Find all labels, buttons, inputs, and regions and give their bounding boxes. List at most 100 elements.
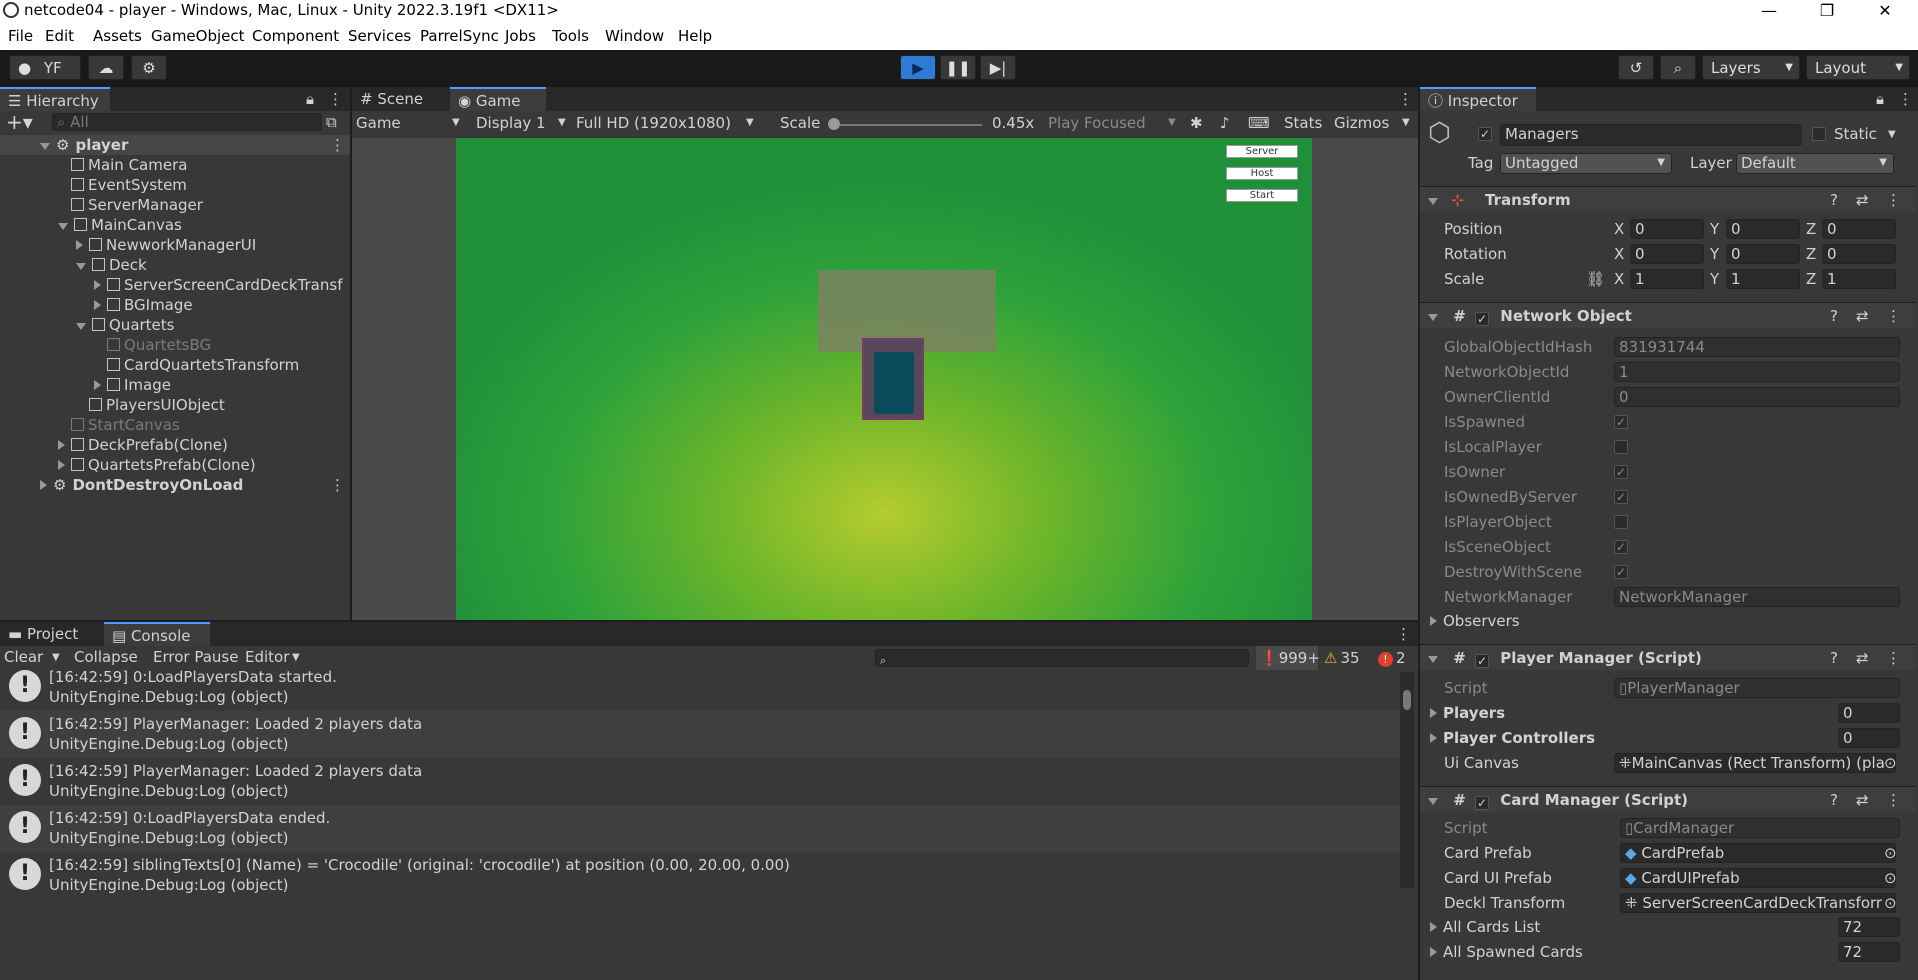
- object-picker-icon[interactable]: ⊙: [1884, 842, 1897, 864]
- all-cards-count-field[interactable]: 72: [1838, 917, 1900, 937]
- ui-canvas-field[interactable]: ⁜MainCanvas (Rect Transform) (pla: [1614, 753, 1896, 773]
- host-button[interactable]: Host: [1226, 167, 1298, 180]
- object-picker-icon[interactable]: ⊙: [1884, 867, 1897, 889]
- menu-file[interactable]: File: [8, 27, 33, 45]
- account-dropdown[interactable]: ● YF ▼: [9, 55, 81, 100]
- expand-arrow-icon[interactable]: [94, 380, 101, 390]
- expand-arrow-icon[interactable]: [58, 460, 65, 470]
- transform-position-x-field[interactable]: 0: [1630, 219, 1704, 239]
- help-icon[interactable]: ?: [1830, 303, 1838, 329]
- help-icon[interactable]: ?: [1830, 645, 1838, 671]
- play-focused-dropdown[interactable]: Play Focused ▼: [1048, 114, 1180, 132]
- transform-scale-z-field[interactable]: 1: [1822, 269, 1896, 289]
- constrain-proportions-icon[interactable]: ⛓: [1586, 268, 1605, 290]
- console-entry[interactable]: ! [16:42:59] 0:LoadPlayersData ended. Unit…: [0, 805, 1400, 852]
- menu-services[interactable]: Services: [348, 27, 411, 45]
- expand-arrow-icon[interactable]: [58, 440, 65, 450]
- players-foldout[interactable]: Players 0: [1420, 702, 1916, 724]
- more-menu-icon[interactable]: ⋮: [1886, 645, 1901, 671]
- collapse-arrow-icon[interactable]: [58, 223, 68, 230]
- hierarchy-item[interactable]: EventSystem: [0, 175, 350, 195]
- collapse-arrow-icon[interactable]: [76, 323, 86, 330]
- hierarchy-item[interactable]: PlayersUIObject: [0, 395, 350, 415]
- more-menu-icon[interactable]: ⋮: [330, 135, 345, 155]
- all-spawned-cards-foldout[interactable]: All Spawned Cards 72: [1420, 941, 1916, 963]
- more-menu-icon[interactable]: ⋮: [1886, 303, 1901, 329]
- hierarchy-item[interactable]: ⚙ DontDestroyOnLoad ⋮: [0, 475, 350, 495]
- card-manager-enabled-checkbox[interactable]: ✓: [1475, 796, 1490, 810]
- hierarchy-item[interactable]: Deck: [0, 255, 350, 275]
- menu-help[interactable]: Help: [678, 27, 712, 45]
- start-button[interactable]: Start: [1226, 189, 1298, 202]
- more-menu-icon[interactable]: ⋮: [1398, 90, 1413, 108]
- tab-scene[interactable]: # Scene: [352, 87, 448, 111]
- network-object-header[interactable]: # ✓ Network Object ? ⇄ ⋮: [1420, 302, 1916, 328]
- undo-history-button[interactable]: ↺: [1618, 55, 1654, 80]
- game-viewport[interactable]: Server Host Start: [456, 138, 1312, 620]
- scale-slider-handle[interactable]: [828, 118, 840, 130]
- tab-project[interactable]: ▬ Project: [0, 622, 104, 646]
- scene-visibility-icon[interactable]: ⧉: [326, 113, 337, 131]
- hierarchy-item[interactable]: CardQuartetsTransform: [0, 355, 350, 375]
- all-cards-list-foldout[interactable]: All Cards List 72: [1420, 916, 1916, 938]
- cloud-button[interactable]: ☁: [88, 55, 124, 80]
- chevron-down-icon[interactable]: ▼: [1888, 129, 1896, 140]
- hierarchy-item[interactable]: ⚙ player ⋮: [0, 135, 350, 155]
- collapse-button[interactable]: Collapse: [74, 648, 138, 666]
- player-manager-enabled-checkbox[interactable]: ✓: [1475, 654, 1490, 668]
- layers-dropdown[interactable]: Layers ▼: [1702, 55, 1800, 80]
- more-menu-icon[interactable]: ⋮: [328, 90, 343, 108]
- step-button[interactable]: ▶|: [980, 55, 1016, 80]
- menu-tools[interactable]: Tools: [552, 27, 589, 45]
- layer-dropdown[interactable]: Default ▼: [1736, 153, 1894, 174]
- card-ui-prefab-field[interactable]: ◆ CardUIPrefab: [1620, 868, 1896, 888]
- player-controllers-count-field[interactable]: 0: [1838, 728, 1900, 748]
- bug-icon[interactable]: ✱: [1190, 114, 1203, 132]
- error-pause-button[interactable]: Error Pause: [153, 648, 238, 666]
- editor-dropdown[interactable]: Editor: [245, 648, 289, 666]
- audio-icon[interactable]: ♪: [1220, 114, 1230, 132]
- preset-icon[interactable]: ⇄: [1856, 303, 1869, 329]
- object-name-field[interactable]: Managers: [1500, 124, 1802, 146]
- help-icon[interactable]: ?: [1830, 187, 1838, 213]
- stats-button[interactable]: Stats: [1284, 114, 1322, 132]
- hierarchy-item[interactable]: NewworkManagerUI: [0, 235, 350, 255]
- console-entry[interactable]: ! [16:42:59] PlayerManager: Loaded 2 play…: [0, 758, 1400, 805]
- all-spawned-count-field[interactable]: 72: [1838, 942, 1900, 962]
- lock-icon[interactable]: 🔒︎: [306, 90, 314, 108]
- transform-scale-y-field[interactable]: 1: [1726, 269, 1800, 289]
- card-prefab-field[interactable]: ◆ CardPrefab: [1620, 843, 1896, 863]
- player-manager-header[interactable]: # ✓ Player Manager (Script) ? ⇄ ⋮: [1420, 644, 1916, 670]
- hierarchy-item[interactable]: StartCanvas: [0, 415, 350, 435]
- lock-icon[interactable]: 🔒︎: [1876, 90, 1884, 108]
- resolution-dropdown[interactable]: Full HD (1920x1080) ▼: [576, 114, 760, 132]
- scrollbar-thumb[interactable]: [1403, 690, 1411, 710]
- scale-slider-track[interactable]: [832, 124, 982, 126]
- maximize-button[interactable]: ❐: [1804, 0, 1850, 21]
- gizmos-button[interactable]: Gizmos: [1334, 114, 1389, 132]
- pause-button[interactable]: ❚❚: [940, 55, 976, 80]
- hierarchy-item[interactable]: QuartetsBG: [0, 335, 350, 355]
- clear-button[interactable]: Clear: [4, 648, 43, 666]
- deck-transform-field[interactable]: ⁜ ServerScreenCardDeckTransforr: [1620, 893, 1896, 913]
- display-dropdown[interactable]: Display 1 ▼: [476, 114, 570, 132]
- menu-assets[interactable]: Assets: [93, 27, 142, 45]
- object-picker-icon[interactable]: ⊙: [1884, 752, 1897, 774]
- keyboard-icon[interactable]: ⌨: [1248, 114, 1270, 132]
- chevron-down-icon[interactable]: ▼: [1402, 117, 1410, 128]
- transform-rotation-z-field[interactable]: 0: [1822, 244, 1896, 264]
- more-menu-icon[interactable]: ⋮: [1886, 787, 1901, 813]
- help-icon[interactable]: ?: [1830, 787, 1838, 813]
- hierarchy-item[interactable]: Main Camera: [0, 155, 350, 175]
- expand-arrow-icon[interactable]: [94, 300, 101, 310]
- hierarchy-item[interactable]: Quartets: [0, 315, 350, 335]
- layout-dropdown[interactable]: Layout ▼: [1806, 55, 1910, 80]
- transform-position-z-field[interactable]: 0: [1822, 219, 1896, 239]
- menu-edit[interactable]: Edit: [45, 27, 74, 45]
- console-scrollbar[interactable]: [1400, 672, 1414, 888]
- play-button[interactable]: ▶: [900, 55, 936, 80]
- transform-rotation-x-field[interactable]: 0: [1630, 244, 1704, 264]
- more-menu-icon[interactable]: ⋮: [1898, 90, 1913, 108]
- console-entry[interactable]: ! [16:42:59] PlayerManager: Loaded 2 play…: [0, 711, 1400, 758]
- tag-dropdown[interactable]: Untagged ▼: [1500, 153, 1672, 174]
